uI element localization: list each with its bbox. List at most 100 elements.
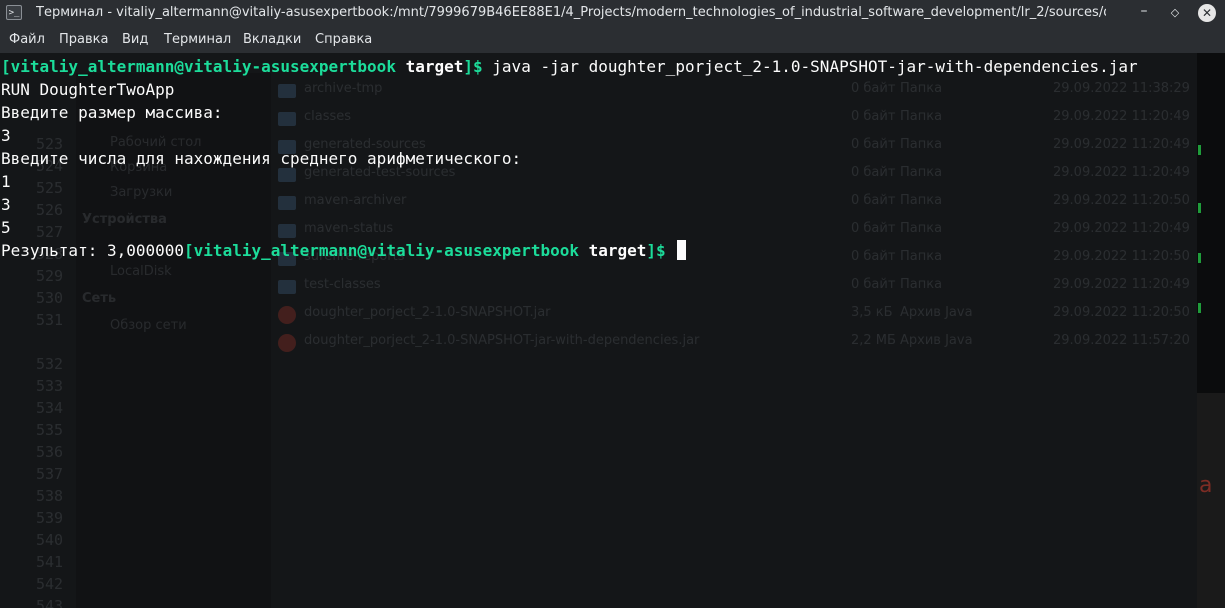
background-line-number: 539	[36, 509, 64, 527]
background-file-date: 29.09.2022 11:57:20	[1053, 333, 1190, 348]
prompt-dir: target	[588, 241, 647, 260]
terminal-command-line: [vitaliy_altermann@vitaliy-asusexpertboo…	[1, 55, 1138, 78]
background-folder-icon	[278, 196, 296, 210]
background-line-number: 537	[36, 465, 64, 483]
background-file-size: 0 байт	[851, 277, 896, 292]
window-title: Терминал - vitaliy_altermann@vitaliy-asu…	[36, 5, 1106, 20]
background-line-number: 535	[36, 421, 64, 439]
background-file-size: 0 байт	[851, 165, 896, 180]
output-line: RUN DoughterTwoApp	[1, 80, 175, 99]
background-folder-icon	[278, 280, 296, 294]
menu-help[interactable]: Справка	[315, 32, 372, 47]
command-text: java -jar doughter_porject_2-1.0-SNAPSHO…	[482, 57, 1138, 76]
background-file-date: 29.09.2022 11:20:49	[1053, 221, 1190, 236]
background-jar-icon	[278, 334, 296, 352]
background-file-type: Папка	[900, 277, 943, 292]
menu-bar: Файл Правка Вид Терминал Вкладки Справка	[0, 26, 1225, 53]
terminal-icon[interactable]: >_	[6, 5, 22, 20]
background-strip-mark	[1198, 145, 1201, 155]
background-sidebar-network-heading: Сеть	[82, 291, 117, 306]
terminal-area[interactable]: 523 524 525 526 527 528 529 530 531 532 533 534 535 5…	[0, 53, 1225, 608]
background-jar-icon	[278, 306, 296, 324]
background-file-date: 29.09.2022 11:20:49	[1053, 109, 1190, 124]
background-file-name: classes	[304, 109, 352, 124]
output-line: Введите числа для нахождения среднего ар…	[1, 149, 522, 168]
background-file-name: maven-archiver	[304, 193, 407, 208]
output-line: 3	[1, 126, 11, 145]
background-file-type: Папка	[900, 221, 943, 236]
menu-tabs[interactable]: Вкладки	[243, 32, 301, 47]
background-file-size: 0 байт	[851, 137, 896, 152]
background-strip-mark	[1198, 303, 1201, 313]
background-folder-icon	[278, 112, 296, 126]
background-folder-icon	[278, 224, 296, 238]
menu-edit[interactable]: Правка	[59, 32, 108, 47]
background-line-number: 541	[36, 553, 64, 571]
minimize-icon[interactable]: –	[1135, 2, 1153, 20]
background-file-date: 29.09.2022 11:20:49	[1053, 277, 1190, 292]
background-file-size: 0 байт	[851, 221, 896, 236]
background-folder-icon	[278, 168, 296, 182]
menu-view[interactable]: Вид	[122, 32, 148, 47]
background-file-date: 29.09.2022 11:20:50	[1053, 305, 1190, 320]
background-line-number: 529	[36, 267, 64, 285]
background-sidebar-downloads: Загрузки	[110, 185, 173, 200]
terminal-cursor[interactable]	[677, 240, 687, 260]
prompt-user: [vitaliy_altermann@vitaliy-asusexpertboo…	[184, 241, 579, 260]
background-strip-letter: a	[1199, 473, 1213, 498]
background-file-size: 2,2 МБ	[851, 333, 896, 348]
menu-file[interactable]: Файл	[9, 32, 45, 47]
background-right-strip	[1197, 53, 1225, 393]
background-line-number: 530	[36, 289, 64, 307]
background-file-type: Папка	[900, 137, 943, 152]
prompt-dir: target	[405, 57, 464, 76]
background-line-number: 525	[36, 179, 64, 197]
background-line-number: 534	[36, 399, 64, 417]
background-file-name: test-classes	[304, 277, 381, 292]
background-line-number: 543	[36, 597, 64, 608]
background-line-number: 542	[36, 575, 64, 593]
background-file-type: Архив Java	[900, 333, 973, 348]
background-line-number: 538	[36, 487, 64, 505]
background-line-number: 526	[36, 201, 64, 219]
output-line: 1	[1, 172, 11, 191]
background-line-number: 531	[36, 311, 64, 329]
menu-terminal[interactable]: Терминал	[164, 32, 231, 47]
maximize-icon[interactable]: ◇	[1166, 4, 1184, 22]
background-file-date: 29.09.2022 11:38:29	[1053, 81, 1190, 96]
background-file-size: 0 байт	[851, 249, 896, 264]
background-file-name: doughter_porject_2-1.0-SNAPSHOT.jar	[304, 305, 551, 320]
background-strip-mark	[1198, 253, 1201, 263]
background-file-name: maven-status	[304, 221, 394, 236]
background-file-type: Папка	[900, 165, 943, 180]
background-line-number: 533	[36, 377, 64, 395]
background-file-type: Архив Java	[900, 305, 973, 320]
output-line: Введите размер массива:	[1, 103, 223, 122]
background-line-number: 540	[36, 531, 64, 549]
background-sidebar-network-browse: Обзор сети	[110, 318, 187, 333]
background-file-date: 29.09.2022 11:20:50	[1053, 193, 1190, 208]
output-line: 3	[1, 195, 11, 214]
background-line-number: 532	[36, 355, 64, 373]
background-file-size: 0 байт	[851, 81, 896, 96]
background-file-date: 29.09.2022 11:20:49	[1053, 137, 1190, 152]
background-folder-icon	[278, 84, 296, 98]
background-file-size: 0 байт	[851, 193, 896, 208]
prompt-end: ]$	[463, 57, 483, 76]
background-file-name: archive-tmp	[304, 81, 383, 96]
background-file-size: 0 байт	[851, 109, 896, 124]
background-file-date: 29.09.2022 11:20:49	[1053, 165, 1190, 180]
background-file-type: Папка	[900, 109, 943, 124]
prompt-end: ]$	[646, 241, 666, 260]
background-right-strip-lower: a	[1197, 393, 1225, 608]
background-file-type: Папка	[900, 249, 943, 264]
background-strip-mark	[1198, 203, 1201, 213]
background-file-type: Папка	[900, 193, 943, 208]
title-bar: >_ Терминал - vitaliy_altermann@vitaliy-…	[0, 0, 1225, 26]
close-icon[interactable]: ✕	[1198, 4, 1216, 22]
output-line: 5	[1, 218, 11, 237]
result-text: Результат: 3,000000	[1, 241, 185, 260]
background-line-number: 536	[36, 443, 64, 461]
prompt-user: [vitaliy_altermann@vitaliy-asusexpertboo…	[1, 57, 396, 76]
terminal-result-line: Результат: 3,000000[vitaliy_altermann@vi…	[1, 239, 687, 262]
